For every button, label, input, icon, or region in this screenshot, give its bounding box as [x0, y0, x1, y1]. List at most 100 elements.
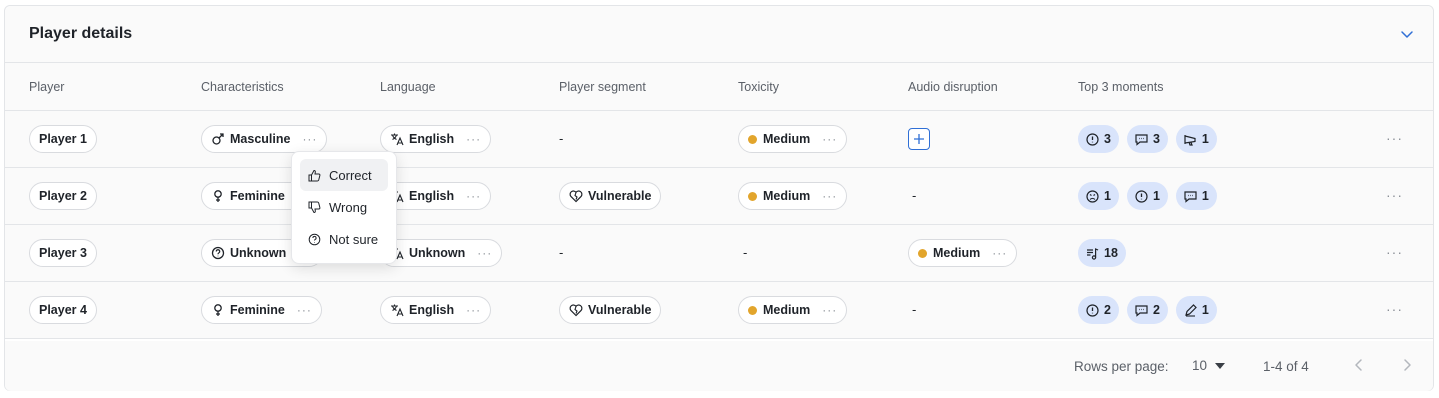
- broken-heart-icon: [569, 189, 583, 203]
- audio-empty: -: [912, 302, 917, 317]
- toxicity-label: Medium: [763, 189, 811, 203]
- column-header-player: Player: [29, 80, 65, 94]
- thumbs-down-icon: [308, 201, 321, 214]
- toxicity-more-icon[interactable]: ···: [822, 303, 837, 317]
- table-header: Player Characteristics Language Player s…: [5, 63, 1433, 111]
- characteristic-more-icon[interactable]: ···: [302, 132, 317, 146]
- row-more-icon[interactable]: ···: [1386, 187, 1403, 203]
- player-chip[interactable]: Player 3: [29, 239, 97, 267]
- toxicity-label: Medium: [763, 132, 811, 146]
- question-circle-icon: [308, 233, 321, 246]
- column-header-language: Language: [380, 80, 436, 94]
- thumbs-up-icon: [308, 169, 321, 182]
- moment-chip[interactable]: 2: [1126, 296, 1168, 324]
- moments-list: 2 2 1: [1078, 296, 1217, 324]
- male-icon: [211, 132, 225, 146]
- audio-more-icon[interactable]: ···: [992, 246, 1007, 260]
- next-page-icon[interactable]: [1399, 357, 1415, 373]
- characteristic-label: Masculine: [230, 132, 291, 146]
- megaphone-icon: [1183, 132, 1198, 147]
- toxicity-chip[interactable]: Medium ···: [738, 296, 848, 324]
- language-more-icon[interactable]: ···: [466, 189, 481, 203]
- audio-disruption-chip[interactable]: Medium ···: [908, 239, 1018, 267]
- language-chip[interactable]: English ···: [380, 125, 492, 153]
- player-name: Player 1: [39, 132, 87, 146]
- moment-chip[interactable]: 1: [1175, 296, 1217, 324]
- feedback-menu: Correct Wrong Not sure: [291, 151, 397, 264]
- pagination-range: 1-4 of 4: [1263, 359, 1309, 374]
- female-icon: [211, 303, 225, 317]
- row-more-icon[interactable]: ···: [1386, 244, 1403, 260]
- language-more-icon[interactable]: ···: [466, 303, 481, 317]
- characteristic-chip[interactable]: Feminine ···: [201, 296, 322, 324]
- table-row: Player 1 Masculine ··· English ··· - Med…: [5, 111, 1433, 168]
- moment-count: 1: [1104, 189, 1111, 203]
- translate-icon: [390, 132, 404, 146]
- unknown-gender-icon: [211, 246, 225, 260]
- moment-chip[interactable]: 2: [1078, 296, 1119, 324]
- row-more-icon[interactable]: ···: [1386, 130, 1403, 146]
- moment-chip[interactable]: 3: [1126, 125, 1168, 153]
- menu-item-correct[interactable]: Correct: [300, 159, 388, 191]
- moments-list: 18: [1078, 239, 1126, 267]
- music-icon: [1085, 246, 1100, 261]
- collapse-chevron-icon[interactable]: [1399, 26, 1415, 42]
- add-audio-disruption-button[interactable]: [908, 128, 930, 150]
- language-chip[interactable]: English ···: [380, 296, 492, 324]
- audio-empty: -: [912, 188, 917, 203]
- language-more-icon[interactable]: ···: [466, 132, 481, 146]
- row-more-icon[interactable]: ···: [1386, 301, 1403, 317]
- table-footer: Rows per page: 10 1-4 of 4: [5, 341, 1433, 391]
- column-header-top-moments: Top 3 moments: [1078, 80, 1164, 94]
- moment-chip[interactable]: 1: [1126, 182, 1168, 210]
- player-name: Player 2: [39, 189, 87, 203]
- moment-count: 2: [1104, 303, 1111, 317]
- menu-item-label: Correct: [329, 167, 372, 183]
- player-chip[interactable]: Player 2: [29, 182, 97, 210]
- language-label: Unknown: [409, 246, 466, 260]
- language-more-icon[interactable]: ···: [477, 246, 492, 260]
- moment-chip[interactable]: 1: [1175, 182, 1217, 210]
- toxicity-more-icon[interactable]: ···: [822, 189, 837, 203]
- menu-item-wrong[interactable]: Wrong: [300, 191, 388, 223]
- segment-empty: -: [559, 245, 564, 260]
- toxicity-chip[interactable]: Medium ···: [738, 182, 848, 210]
- chat-icon: [1134, 303, 1149, 318]
- segment-label: Vulnerable: [588, 303, 652, 317]
- language-label: English: [409, 132, 455, 146]
- table-row: Player 3 Unknown ··· Unknown ··· - - Med…: [5, 225, 1433, 282]
- column-header-toxicity: Toxicity: [738, 80, 779, 94]
- previous-page-icon[interactable]: [1351, 357, 1367, 373]
- moment-count: 2: [1152, 303, 1160, 317]
- medium-dot-icon: [748, 191, 757, 201]
- segment-chip[interactable]: Vulnerable: [559, 296, 662, 324]
- rows-per-page-label: Rows per page:: [1074, 359, 1169, 374]
- menu-item-label: Wrong: [329, 199, 368, 215]
- chat-icon: [1183, 189, 1198, 204]
- moment-chip[interactable]: 18: [1078, 239, 1126, 267]
- alert-icon: [1085, 303, 1100, 318]
- moment-count: 18: [1104, 246, 1118, 260]
- characteristic-more-icon[interactable]: ···: [297, 303, 312, 317]
- moment-count: 3: [1104, 132, 1111, 146]
- menu-item-not-sure[interactable]: Not sure: [300, 223, 388, 255]
- chat-icon: [1134, 132, 1149, 147]
- rows-per-page-select[interactable]: 10: [1192, 358, 1226, 373]
- language-chip[interactable]: Unknown ···: [380, 239, 503, 267]
- moment-chip[interactable]: 1: [1078, 182, 1119, 210]
- moment-chip[interactable]: 1: [1175, 125, 1217, 153]
- player-chip[interactable]: Player 1: [29, 125, 97, 153]
- player-chip[interactable]: Player 4: [29, 296, 97, 324]
- characteristic-chip[interactable]: Masculine ···: [201, 125, 328, 153]
- toxicity-more-icon[interactable]: ···: [822, 132, 837, 146]
- player-details-card: Player details Player Characteristics La…: [4, 5, 1434, 391]
- rows-per-page-value: 10: [1192, 358, 1208, 373]
- toxicity-chip[interactable]: Medium ···: [738, 125, 848, 153]
- broken-heart-icon: [569, 303, 583, 317]
- moment-chip[interactable]: 3: [1078, 125, 1119, 153]
- table-row: Player 2 Feminine ··· English ··· Vulner…: [5, 168, 1433, 225]
- frown-icon: [1085, 189, 1100, 204]
- segment-chip[interactable]: Vulnerable: [559, 182, 662, 210]
- moment-count: 3: [1152, 132, 1160, 146]
- player-name: Player 4: [39, 303, 87, 317]
